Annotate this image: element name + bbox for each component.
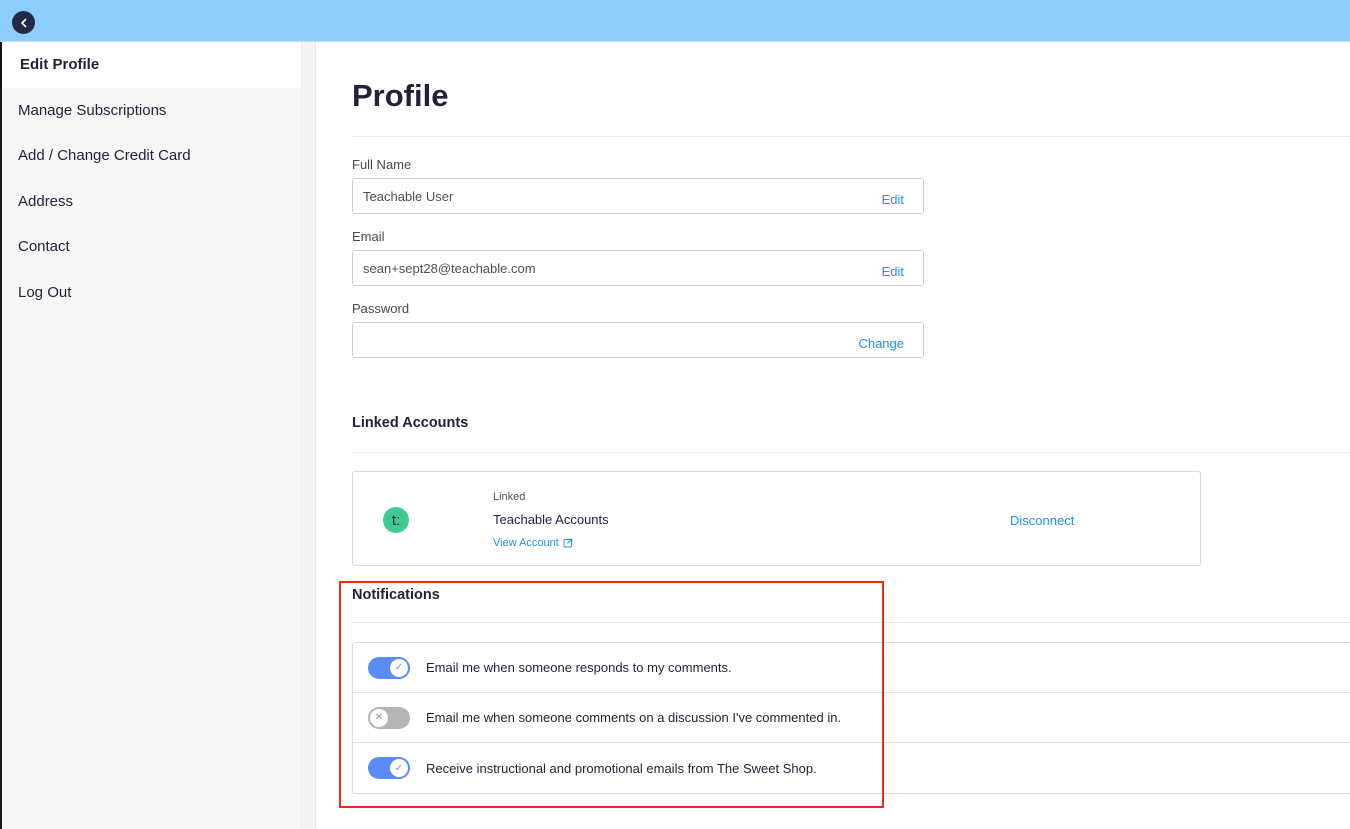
notification-item: ✕ Email me when someone comments on a di… [353, 693, 1350, 743]
disconnect-button[interactable]: Disconnect [1010, 513, 1074, 528]
notification-label: Receive instructional and promotional em… [426, 760, 817, 776]
password-label: Password [352, 301, 410, 316]
chevron-left-icon [20, 18, 26, 27]
notification-item: ✓ Receive instructional and promotional … [353, 743, 1350, 793]
sidebar-item-contact[interactable]: Contact [2, 224, 301, 270]
full-name-label: Full Name [352, 157, 412, 172]
linked-account-name: Teachable Accounts [493, 512, 609, 527]
email-field[interactable]: sean+sept28@teachable.com Edit [352, 250, 924, 286]
password-field[interactable]: Change [352, 322, 924, 358]
sidebar-item-address[interactable]: Address [2, 179, 301, 225]
linked-account-card: t: Linked Teachable Accounts View Accoun… [352, 471, 1201, 566]
notifications-divider [352, 622, 1350, 623]
sidebar: Edit Profile Manage Subscriptions Add / … [0, 42, 301, 829]
check-icon: ✓ [390, 658, 408, 677]
sidebar-item-credit-card[interactable]: Add / Change Credit Card [2, 133, 301, 179]
notifications-title: Notifications [352, 587, 440, 603]
linked-accounts-divider [352, 452, 1350, 453]
sidebar-divider [301, 42, 316, 829]
notification-label: Email me when someone responds to my com… [426, 660, 732, 675]
full-name-field[interactable]: Teachable User Edit [352, 178, 924, 214]
email-label: Email [352, 229, 385, 244]
full-name-value: Teachable User [363, 189, 454, 204]
back-button[interactable] [12, 11, 35, 34]
top-bar [0, 0, 1350, 42]
notification-item: ✓ Email me when someone responds to my c… [353, 643, 1350, 693]
email-value: sean+sept28@teachable.com [363, 261, 536, 276]
teachable-logo: t: [383, 507, 409, 533]
external-link-icon [563, 538, 573, 548]
view-account-link[interactable]: View Account [493, 537, 573, 549]
notification-toggle-promotional[interactable]: ✓ [368, 757, 410, 779]
change-password-button[interactable]: Change [858, 336, 904, 351]
edit-email-button[interactable]: Edit [882, 264, 904, 279]
notification-toggle-responses[interactable]: ✓ [368, 656, 410, 679]
sidebar-item-edit-profile[interactable]: Edit Profile [0, 42, 301, 88]
sidebar-item-manage-subscriptions[interactable]: Manage Subscriptions [2, 88, 301, 134]
edit-name-button[interactable]: Edit [882, 192, 904, 207]
notification-label: Email me when someone comments on a disc… [426, 710, 842, 725]
view-account-label: View Account [493, 537, 559, 549]
x-icon: ✕ [370, 708, 388, 727]
linked-status: Linked [493, 491, 526, 503]
page-title: Profile [352, 78, 449, 113]
main-content: Profile Full Name Teachable User Edit Em… [316, 42, 1350, 829]
linked-accounts-title: Linked Accounts [352, 415, 469, 431]
title-divider [352, 136, 1350, 137]
notifications-list: ✓ Email me when someone responds to my c… [352, 642, 1350, 794]
sidebar-item-log-out[interactable]: Log Out [2, 270, 301, 316]
check-icon: ✓ [390, 759, 408, 777]
notification-toggle-discussions[interactable]: ✕ [368, 706, 410, 729]
